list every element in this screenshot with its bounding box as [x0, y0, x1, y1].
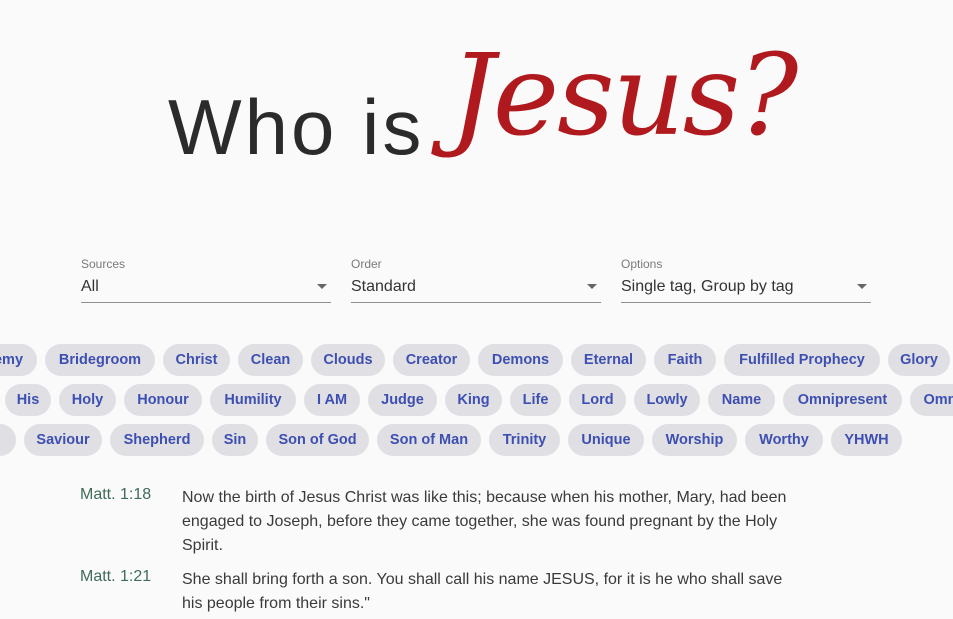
page-title: Who is Jesus? — [0, 40, 953, 220]
page: Who is Jesus? Sources All Order Standard… — [0, 0, 953, 619]
order-label: Order — [351, 257, 382, 271]
tag-chip[interactable]: Eternal — [571, 344, 646, 376]
tag-chip[interactable]: Worthy — [745, 424, 823, 456]
verse-text: She shall bring forth a son. You shall c… — [182, 571, 783, 612]
order-select[interactable]: Order Standard — [351, 257, 601, 305]
verse-reference-link[interactable]: Matt. 1:18 — [80, 486, 151, 504]
tag-chip[interactable]: Son of God — [266, 424, 369, 456]
tag-chip[interactable]: King — [445, 384, 502, 416]
sources-dropdown-arrow-icon[interactable] — [317, 284, 327, 289]
order-dropdown-arrow-icon[interactable] — [587, 284, 597, 289]
options-value[interactable]: Single tag, Group by tag — [621, 278, 794, 296]
tag-chip[interactable]: Shepherd — [110, 424, 204, 456]
tag-chip[interactable]: Name — [708, 384, 775, 416]
sources-value[interactable]: All — [81, 278, 99, 296]
tag-chip[interactable]: Honour — [124, 384, 202, 416]
tag-chip[interactable]: Omnipresent — [783, 384, 902, 416]
verse-reference-link[interactable]: Matt. 1:21 — [80, 568, 151, 586]
tag-chip[interactable]: Trinity — [489, 424, 560, 456]
verse-text: Now the birth of Jesus Christ was like t… — [182, 489, 787, 554]
tag-chip[interactable]: YHWH — [831, 424, 902, 456]
tag-chip[interactable]: Life — [510, 384, 561, 416]
options-label: Options — [621, 257, 663, 271]
tag-chip[interactable]: Demons — [478, 344, 563, 376]
tag-chip[interactable]: Lowly — [634, 384, 700, 416]
order-value[interactable]: Standard — [351, 278, 416, 296]
tag-chip[interactable]: Clean — [238, 344, 303, 376]
tag-chip[interactable]: Sin — [212, 424, 258, 456]
tag-chip[interactable]: Holy — [59, 384, 116, 416]
tag-chip[interactable]: Christ — [163, 344, 230, 376]
tag-chip[interactable]: d — [0, 424, 16, 456]
title-script-text: Jesus? — [450, 31, 798, 161]
tag-chip[interactable]: I AM — [304, 384, 360, 416]
tag-chip[interactable]: Faith — [654, 344, 716, 376]
tag-chip[interactable]: Humility — [210, 384, 296, 416]
tag-chip[interactable]: Saviour — [24, 424, 102, 456]
options-dropdown-arrow-icon[interactable] — [857, 284, 867, 289]
tag-chip[interactable]: Son of Man — [377, 424, 481, 456]
tag-chip[interactable]: Judge — [368, 384, 437, 416]
tag-chip[interactable]: Glory — [888, 344, 950, 376]
tag-chip[interactable]: Omn — [910, 384, 953, 416]
tag-chip[interactable]: emy — [0, 344, 37, 376]
options-select[interactable]: Options Single tag, Group by tag — [621, 257, 871, 305]
tag-chip[interactable]: Lord — [569, 384, 626, 416]
title-plain-text: Who is — [168, 83, 425, 171]
order-underline — [351, 302, 601, 303]
tag-chip[interactable]: Fulfilled Prophecy — [724, 344, 880, 376]
sources-label: Sources — [81, 257, 126, 271]
tag-chip[interactable]: Bridegroom — [45, 344, 155, 376]
tag-chip[interactable]: Worship — [652, 424, 737, 456]
tag-chip[interactable]: Creator — [393, 344, 470, 376]
sources-underline — [81, 302, 331, 303]
tag-chip[interactable]: His — [5, 384, 51, 416]
sources-select[interactable]: Sources All — [81, 257, 331, 305]
tag-chip[interactable]: Clouds — [311, 344, 385, 376]
options-underline — [621, 302, 871, 303]
verse-item: Matt. 1:21 She shall bring forth a son. … — [80, 568, 800, 616]
verse-item: Matt. 1:18 Now the birth of Jesus Christ… — [80, 486, 800, 558]
tag-chip[interactable]: Unique — [568, 424, 644, 456]
